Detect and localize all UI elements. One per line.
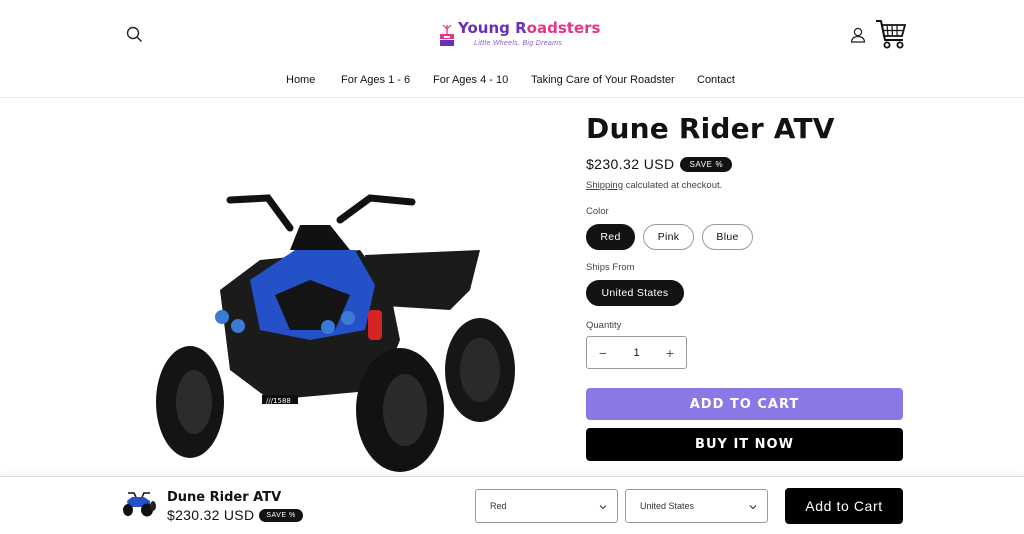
nav-contact[interactable]: Contact xyxy=(697,74,735,86)
logo-title-part1: Young R xyxy=(458,19,527,37)
color-option-red[interactable]: Red xyxy=(586,224,635,250)
quantity-label: Quantity xyxy=(586,320,622,331)
price-row: $230.32 USD SAVE % xyxy=(586,154,733,174)
logo-title: Young Roadsters xyxy=(458,19,600,37)
nav-ages-4-10[interactable]: For Ages 4 - 10 xyxy=(433,74,508,86)
add-to-cart-button[interactable]: ADD TO CART xyxy=(586,388,903,420)
logo-tagline: Little Wheels, Big Dreams xyxy=(474,40,563,47)
chevron-down-icon xyxy=(599,505,607,510)
sticky-product-thumbnail xyxy=(123,492,156,517)
shipping-link[interactable]: Shipping xyxy=(586,180,623,191)
product-title: Dune Rider ATV xyxy=(586,112,835,145)
sticky-product-price: $230.32 USD xyxy=(167,507,255,523)
product-price: $230.32 USD xyxy=(586,156,675,172)
nav-ages-1-6[interactable]: For Ages 1 - 6 xyxy=(341,74,410,86)
ships-from-label: Ships From xyxy=(586,262,635,273)
sticky-ships-from-select-value: United States xyxy=(640,501,695,511)
logo-title-part2: oadsters xyxy=(526,19,601,37)
quantity-decrease-button[interactable]: − xyxy=(587,337,619,368)
cart-icon xyxy=(876,20,907,49)
product-image[interactable]: ///1588 xyxy=(150,180,520,476)
color-option-pink[interactable]: Pink xyxy=(643,224,694,250)
sticky-product-title: Dune Rider ATV xyxy=(167,490,282,505)
sticky-sale-badge: SAVE % xyxy=(259,508,303,522)
sale-badge: SAVE % xyxy=(680,156,733,172)
atv-illustration: ///1588 xyxy=(156,194,515,472)
site-logo[interactable]: Young Roadsters Little Wheels, Big Dream… xyxy=(438,18,600,52)
sticky-add-to-cart-button[interactable]: Add to Cart xyxy=(785,488,903,524)
color-option-blue[interactable]: Blue xyxy=(702,224,753,250)
nav-care[interactable]: Taking Care of Your Roadster xyxy=(531,74,675,86)
sticky-ships-from-select[interactable]: United States xyxy=(625,489,768,523)
site-header: Young Roadsters Little Wheels, Big Dream… xyxy=(0,0,1024,98)
color-options: Red Pink Blue xyxy=(586,224,753,250)
color-label: Color xyxy=(586,206,609,217)
sticky-price-row: $230.32 USD SAVE % xyxy=(167,507,303,523)
account-button[interactable] xyxy=(849,26,867,44)
product-info: Dune Rider ATV $230.32 USD SAVE % Shippi… xyxy=(586,110,904,461)
ships-from-option-us[interactable]: United States xyxy=(586,280,684,306)
main-nav: Home For Ages 1 - 6 For Ages 4 - 10 Taki… xyxy=(0,74,1024,88)
quantity-stepper: − 1 + xyxy=(586,336,687,369)
shipping-text: calculated at checkout. xyxy=(622,180,723,191)
shipping-note: Shipping calculated at checkout. xyxy=(586,180,722,191)
sticky-color-select[interactable]: Red xyxy=(475,489,618,523)
nav-home[interactable]: Home xyxy=(286,74,315,86)
svg-text:///1588: ///1588 xyxy=(266,397,291,405)
search-icon xyxy=(126,26,142,42)
cart-button[interactable] xyxy=(874,18,908,52)
buy-it-now-button[interactable]: BUY IT NOW xyxy=(586,428,903,461)
quantity-input[interactable]: 1 xyxy=(619,347,654,359)
ships-from-options: United States xyxy=(586,280,684,306)
quantity-increase-button[interactable]: + xyxy=(654,337,686,368)
account-icon xyxy=(850,27,866,43)
sticky-color-select-value: Red xyxy=(490,501,507,511)
logo-icon xyxy=(440,24,454,46)
search-button[interactable] xyxy=(124,24,146,46)
chevron-down-icon xyxy=(749,505,757,510)
sticky-cart-bar: Dune Rider ATV $230.32 USD SAVE % Red Un… xyxy=(0,476,1024,534)
